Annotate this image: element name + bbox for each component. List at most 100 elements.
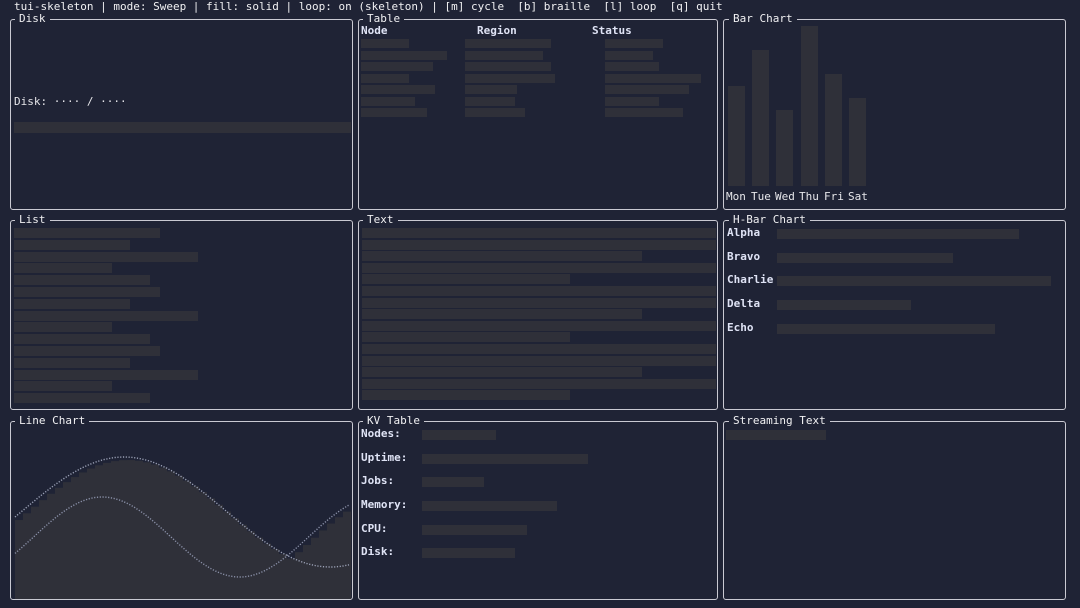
kv-value-skeleton-cpu [422,525,527,535]
table-cell-skeleton [361,50,447,60]
text-line-skeleton [362,286,716,296]
text-line-skeleton [362,355,716,366]
table-cell-skeleton [465,50,543,60]
text-line-skeleton [362,251,642,262]
disk-panel-title: Disk [15,12,50,26]
line-chart-fill-skeleton [119,460,127,599]
table-cell-skeleton [605,85,689,94]
line-chart-fill-skeleton [271,548,279,599]
bar-chart-bar-skeleton [752,50,769,186]
line-chart-fill-skeleton [303,545,311,599]
bar-chart-panel-title: Bar Chart [729,12,797,26]
line-chart-fill-skeleton [135,460,143,599]
disk-panel: Disk: ···· / ···· [10,19,353,210]
kv-value-skeleton-nodes [422,430,496,440]
hbar-chart-panel-title: H-Bar Chart [729,213,810,227]
kv-table-panel-title: KV Table [363,414,424,428]
text-line-skeleton [362,309,642,320]
table-cell-skeleton [361,39,409,48]
table-cell-skeleton [361,73,409,83]
hbar-label-bravo: Bravo [727,250,761,263]
line-chart-panel [10,421,353,600]
table-cell-skeleton [605,39,663,48]
list-item-skeleton [14,334,150,345]
table-panel: Node Region Status [358,19,718,210]
text-line-skeleton [362,320,716,331]
text-line-skeleton [362,390,570,401]
line-chart-fill-skeleton [191,486,199,599]
line-chart-fill-skeleton [343,511,351,599]
table-header-node: Node [361,24,388,37]
text-line-skeleton [362,378,716,389]
kv-key-memory: Memory: [361,498,408,511]
list-item-skeleton [14,369,198,380]
line-chart-fill-skeleton [63,482,71,599]
list-panel-title: List [15,213,50,227]
list-item-skeleton [14,381,112,392]
line-chart-fill-skeleton [215,504,223,599]
bar-chart-bar-skeleton [728,86,745,186]
hbar-label-echo: Echo [727,321,754,334]
table-header-status: Status [592,24,632,37]
list-item-skeleton [14,275,150,286]
table-cell-skeleton [465,39,551,48]
line-chart-fill-skeleton [207,498,215,599]
line-chart-fill-skeleton [223,511,231,599]
line-chart-fill-skeleton [239,524,247,599]
line-chart-fill-skeleton [279,554,287,599]
line-chart-fill-skeleton [95,465,103,599]
table-cell-skeleton [605,73,701,83]
disk-gauge-skeleton [14,122,351,133]
line-chart-fill-skeleton [55,487,63,599]
bar-chart-bar-skeleton [825,74,842,186]
table-cell-skeleton [605,96,659,106]
list-item-skeleton [14,228,160,238]
table-cell-skeleton [605,50,653,60]
line-chart-fill-skeleton [167,471,175,599]
hbar-chart-panel: Alpha Bravo Charlie Delta Echo [723,220,1066,410]
kv-value-skeleton-uptime [422,454,588,464]
bar-label-fri: Fri [824,190,844,203]
kv-table-panel: Nodes: Uptime: Jobs: Memory: CPU: Disk: [358,421,718,600]
line-chart-fill-skeleton [327,523,335,599]
bar-label-wed: Wed [775,190,795,203]
line-chart-fill-skeleton [47,493,55,599]
list-item-skeleton [14,357,130,368]
kv-value-skeleton-jobs [422,477,484,487]
line-chart-panel-title: Line Chart [15,414,90,428]
kv-key-nodes: Nodes: [361,427,401,440]
table-cell-skeleton [361,85,435,94]
line-chart-fill-skeleton [255,537,263,599]
line-chart-fill-skeleton [79,472,87,599]
table-cell-skeleton [361,96,415,106]
hbar-skeleton-alpha [777,229,1019,239]
table-cell-skeleton [465,73,555,83]
line-chart-fill-skeleton [231,518,239,599]
table-header-region: Region [477,24,517,37]
text-line-skeleton [362,228,716,238]
list-item-skeleton [14,287,160,297]
text-line-skeleton [362,332,570,343]
bar-chart-bar-skeleton [849,98,866,186]
line-chart-fill-skeleton [23,513,31,599]
table-panel-title: Table [363,12,405,26]
line-chart-fill-skeleton [311,537,319,599]
table-cell-skeleton [465,62,551,71]
line-chart-fill-skeleton [159,467,167,599]
text-line-skeleton [362,274,570,285]
text-line-skeleton [362,297,716,308]
kv-key-jobs: Jobs: [361,474,395,487]
line-chart-fill-skeleton [31,506,39,599]
line-chart-fill-skeleton [71,477,79,599]
text-panel-title: Text [363,213,398,227]
bar-chart-bar-skeleton [801,26,818,186]
kv-key-uptime: Uptime: [361,451,408,464]
list-item-skeleton [14,263,112,274]
line-chart-fill-skeleton [87,468,95,599]
line-chart-fill-skeleton [15,520,23,599]
text-line-skeleton [362,367,642,378]
list-item-skeleton [14,393,150,404]
line-chart-fill-skeleton [151,464,159,599]
line-chart-fill-skeleton [143,462,151,599]
table-cell-skeleton [361,108,427,117]
